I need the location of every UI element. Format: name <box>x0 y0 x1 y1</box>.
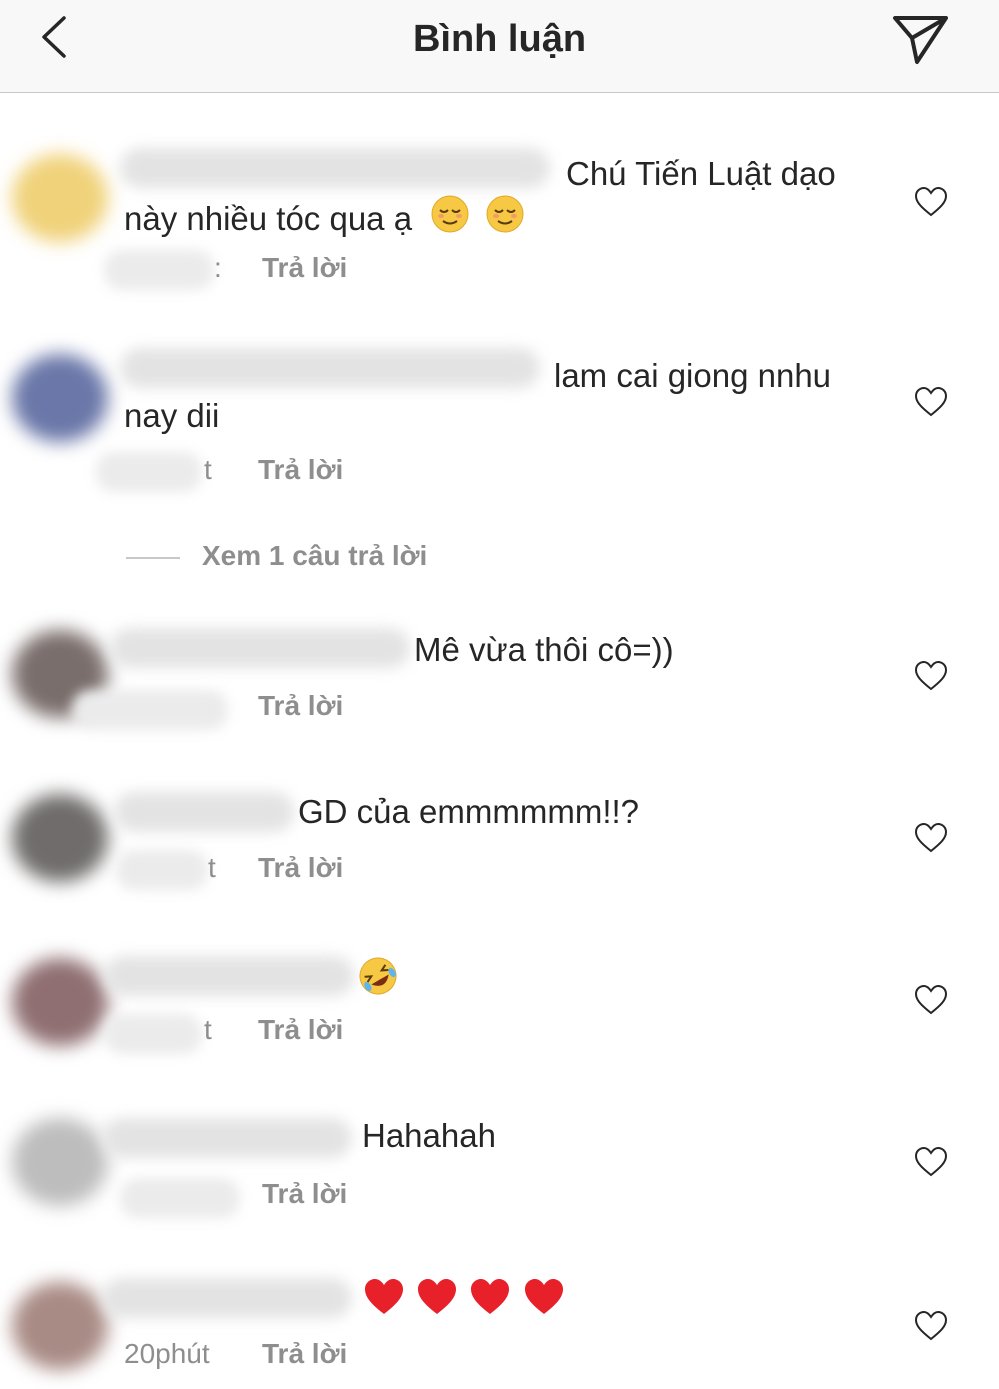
heart-icon[interactable] <box>913 1146 949 1178</box>
comment-text: Mê vừa thôi cô=)) <box>414 631 674 668</box>
divider <box>126 557 180 559</box>
red-heart-icon <box>471 1279 510 1314</box>
timestamp: : <box>214 252 222 283</box>
comment-text <box>362 1276 566 1323</box>
heart-icon[interactable] <box>913 1310 949 1342</box>
red-heart-icon <box>524 1279 563 1314</box>
avatar[interactable] <box>12 794 108 882</box>
reply-button[interactable]: Trả lời <box>262 252 347 284</box>
username-blurred[interactable] <box>120 148 550 188</box>
timestamp-blurred <box>120 1178 240 1218</box>
timestamp: t <box>204 1014 212 1045</box>
reply-button[interactable]: Trả lời <box>262 1338 347 1370</box>
username-blurred[interactable] <box>120 348 540 388</box>
avatar[interactable] <box>12 1118 108 1206</box>
heart-icon[interactable] <box>913 822 949 854</box>
page-title: Bình luận <box>412 18 587 60</box>
reply-button[interactable]: Trả lời <box>258 852 343 884</box>
username-blurred[interactable] <box>110 628 410 668</box>
relieved-face-icon <box>486 195 524 233</box>
heart-icon[interactable] <box>913 984 949 1016</box>
avatar[interactable] <box>12 958 108 1046</box>
relieved-face-icon <box>431 195 469 233</box>
red-heart-icon <box>418 1279 457 1314</box>
comment-text: Chú Tiến Luật dạo <box>566 155 836 192</box>
heart-icon[interactable] <box>913 660 949 692</box>
comment-text-line2: này nhiều tóc qua ạ <box>124 194 526 239</box>
username-blurred[interactable] <box>102 1118 352 1158</box>
comment-text: lam cai giong nnhu <box>554 357 832 394</box>
comment-text: GD của emmmmmm!!? <box>298 793 640 830</box>
comment-text-line2: nay dii <box>124 397 220 434</box>
reply-button[interactable]: Trả lời <box>258 1014 343 1046</box>
timestamp: 20phút <box>124 1338 210 1369</box>
timestamp-blurred <box>72 690 228 730</box>
comment-text: Hahahah <box>362 1117 496 1154</box>
timestamp-blurred <box>96 452 202 492</box>
username-blurred[interactable] <box>114 792 294 832</box>
paper-plane-icon[interactable] <box>890 12 952 68</box>
rolling-laughing-face-icon <box>359 957 397 995</box>
timestamp: t <box>204 454 212 485</box>
username-blurred[interactable] <box>102 1278 352 1318</box>
comment-text <box>356 954 400 1003</box>
reply-button[interactable]: Trả lời <box>258 690 343 722</box>
timestamp: t <box>208 852 216 883</box>
heart-icon[interactable] <box>913 386 949 418</box>
view-replies-label: Xem 1 câu trả lời <box>202 540 428 571</box>
timestamp-blurred <box>116 850 208 890</box>
avatar[interactable] <box>12 1282 108 1370</box>
timestamp-blurred <box>104 250 214 290</box>
avatar[interactable] <box>12 154 108 242</box>
header-bar: Bình luận <box>0 0 999 93</box>
heart-icon[interactable] <box>913 186 949 218</box>
reply-button[interactable]: Trả lời <box>262 1178 347 1210</box>
reply-button[interactable]: Trả lời <box>258 454 343 486</box>
red-heart-icon <box>365 1279 403 1314</box>
avatar[interactable] <box>12 354 108 442</box>
username-blurred[interactable] <box>104 956 354 996</box>
timestamp-blurred <box>104 1014 202 1054</box>
